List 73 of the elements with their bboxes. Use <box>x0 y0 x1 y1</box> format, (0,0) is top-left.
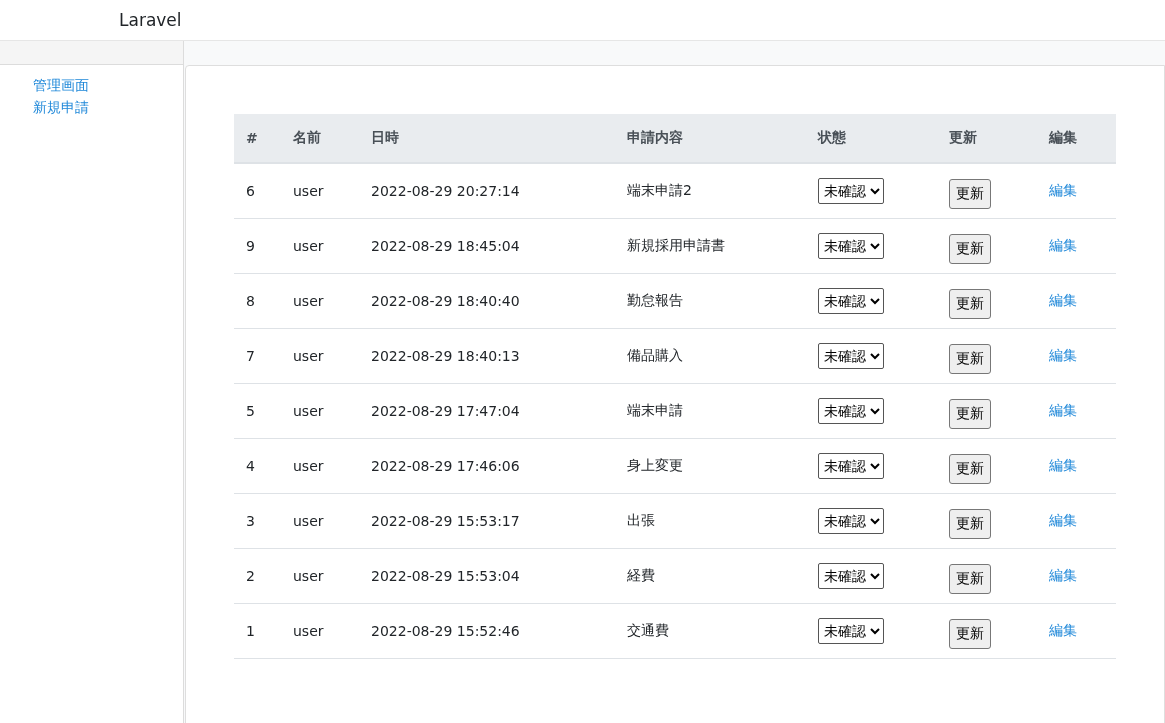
column-header: 申請内容 <box>615 114 806 163</box>
table-cell: user <box>281 328 359 384</box>
status-select[interactable]: 未確認 <box>818 343 884 369</box>
column-header: 日時 <box>359 114 615 163</box>
table-cell: 2022-08-29 17:46:06 <box>359 438 615 494</box>
table-cell: 2022-08-29 15:53:04 <box>359 548 615 604</box>
table-cell: user <box>281 383 359 439</box>
table-cell: user <box>281 548 359 604</box>
update-button[interactable]: 更新 <box>949 619 991 649</box>
edit-link[interactable]: 編集 <box>1049 347 1077 363</box>
table-cell: user <box>281 438 359 494</box>
column-header: 名前 <box>281 114 359 163</box>
table-cell: user <box>281 218 359 274</box>
table-cell: 備品購入 <box>615 328 806 384</box>
update-button[interactable]: 更新 <box>949 399 991 429</box>
table-cell: 2022-08-29 15:52:46 <box>359 603 615 659</box>
column-header: 状態 <box>806 114 937 163</box>
table-cell: 身上変更 <box>615 438 806 494</box>
column-header: 更新 <box>937 114 1037 163</box>
table-cell: 勤怠報告 <box>615 273 806 329</box>
table-cell: 2022-08-29 17:47:04 <box>359 383 615 439</box>
update-button[interactable]: 更新 <box>949 289 991 319</box>
update-button[interactable]: 更新 <box>949 179 991 209</box>
table-cell: 端末申請 <box>615 383 806 439</box>
update-button[interactable]: 更新 <box>949 344 991 374</box>
table-cell: 6 <box>234 163 281 219</box>
table-cell: 2022-08-29 18:45:04 <box>359 218 615 274</box>
sidebar-link[interactable]: 管理画面 <box>33 75 183 95</box>
table-cell: user <box>281 163 359 219</box>
edit-link[interactable]: 編集 <box>1049 567 1077 583</box>
table-cell: 4 <box>234 438 281 494</box>
update-button[interactable]: 更新 <box>949 564 991 594</box>
table-cell: 2022-08-29 18:40:13 <box>359 328 615 384</box>
edit-link[interactable]: 編集 <box>1049 457 1077 473</box>
update-button[interactable]: 更新 <box>949 234 991 264</box>
sidebar-link[interactable]: 新規申請 <box>33 97 183 117</box>
brand-name[interactable]: Laravel <box>119 10 182 30</box>
table-cell: 8 <box>234 273 281 329</box>
status-select[interactable]: 未確認 <box>818 508 884 534</box>
edit-link[interactable]: 編集 <box>1049 182 1077 198</box>
status-select[interactable]: 未確認 <box>818 563 884 589</box>
edit-link[interactable]: 編集 <box>1049 292 1077 308</box>
table-cell: 経費 <box>615 548 806 604</box>
table-cell: 1 <box>234 603 281 659</box>
table-cell: 2022-08-29 18:40:40 <box>359 273 615 329</box>
table-cell: 2022-08-29 15:53:17 <box>359 493 615 549</box>
edit-link[interactable]: 編集 <box>1049 622 1077 638</box>
table-cell: 新規採用申請書 <box>615 218 806 274</box>
table-cell: 5 <box>234 383 281 439</box>
table-cell: 2 <box>234 548 281 604</box>
column-header: 編集 <box>1037 114 1116 163</box>
table-cell: 2022-08-29 20:27:14 <box>359 163 615 219</box>
column-header: # <box>234 114 281 163</box>
status-select[interactable]: 未確認 <box>818 618 884 644</box>
status-select[interactable]: 未確認 <box>818 398 884 424</box>
table-cell: user <box>281 493 359 549</box>
table-cell: 7 <box>234 328 281 384</box>
status-select[interactable]: 未確認 <box>818 453 884 479</box>
table-cell: 9 <box>234 218 281 274</box>
edit-link[interactable]: 編集 <box>1049 237 1077 253</box>
edit-link[interactable]: 編集 <box>1049 512 1077 528</box>
update-button[interactable]: 更新 <box>949 509 991 539</box>
status-select[interactable]: 未確認 <box>818 233 884 259</box>
table-cell: user <box>281 273 359 329</box>
edit-link[interactable]: 編集 <box>1049 402 1077 418</box>
table-cell: 3 <box>234 493 281 549</box>
status-select[interactable]: 未確認 <box>818 178 884 204</box>
table-cell: 出張 <box>615 493 806 549</box>
table-cell: 端末申請2 <box>615 163 806 219</box>
table-cell: user <box>281 603 359 659</box>
status-select[interactable]: 未確認 <box>818 288 884 314</box>
table-cell: 交通費 <box>615 603 806 659</box>
update-button[interactable]: 更新 <box>949 454 991 484</box>
